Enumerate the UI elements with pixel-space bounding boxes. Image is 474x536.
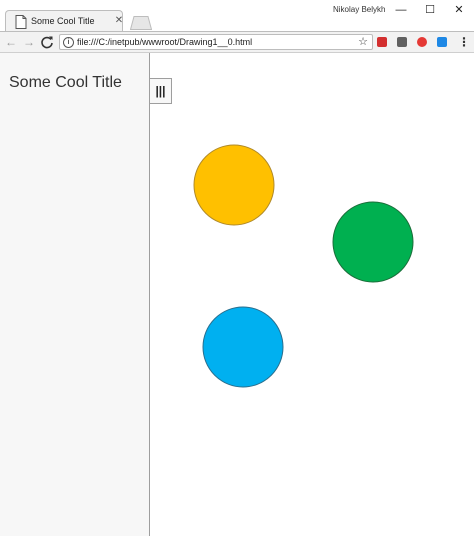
browser-tab[interactable]: Some Cool Title ✕ (5, 10, 123, 32)
blue-circle[interactable] (202, 306, 284, 388)
new-tab-button[interactable] (130, 16, 152, 30)
green-circle[interactable] (332, 201, 414, 283)
browser-toolbar: ← → i file:///C:/inetpub/wwwroot/Drawing… (0, 31, 474, 53)
title-bar: Some Cool Title ✕ Nikolay Belykh — ☐ ✕ (0, 0, 474, 32)
mail-extension-icon[interactable] (397, 37, 407, 47)
url-text[interactable]: file:///C:/inetpub/wwwroot/Drawing1__0.h… (77, 37, 252, 47)
close-window-icon[interactable]: ✕ (449, 2, 469, 18)
forward-arrow-icon[interactable]: → (22, 35, 36, 49)
opera-extension-icon[interactable] (417, 37, 427, 47)
info-icon[interactable]: i (63, 37, 74, 48)
profile-name[interactable]: Nikolay Belykh (333, 5, 385, 14)
minimize-icon[interactable]: — (391, 2, 411, 18)
blue-extension-icon[interactable] (437, 37, 447, 47)
back-arrow-icon[interactable]: ← (4, 35, 18, 49)
tab-title: Some Cool Title (31, 16, 95, 26)
maximize-icon[interactable]: ☐ (420, 2, 440, 18)
bookmark-star-icon[interactable]: ☆ (358, 35, 368, 49)
drawing-canvas (193, 144, 414, 388)
yellow-circle[interactable] (193, 144, 275, 226)
red-bookmark-extension-icon[interactable] (377, 37, 387, 47)
sidebar: Some Cool Title (0, 53, 150, 536)
page-viewport: Some Cool Title ||| (0, 53, 474, 536)
sidebar-title: Some Cool Title (9, 74, 122, 91)
menu-icon[interactable]: ⋮ (458, 35, 470, 49)
address-bar[interactable]: i file:///C:/inetpub/wwwroot/Drawing1__0… (59, 34, 373, 50)
page-icon (15, 15, 27, 29)
reload-icon[interactable] (40, 35, 54, 49)
tab-close-icon[interactable]: ✕ (114, 15, 124, 27)
